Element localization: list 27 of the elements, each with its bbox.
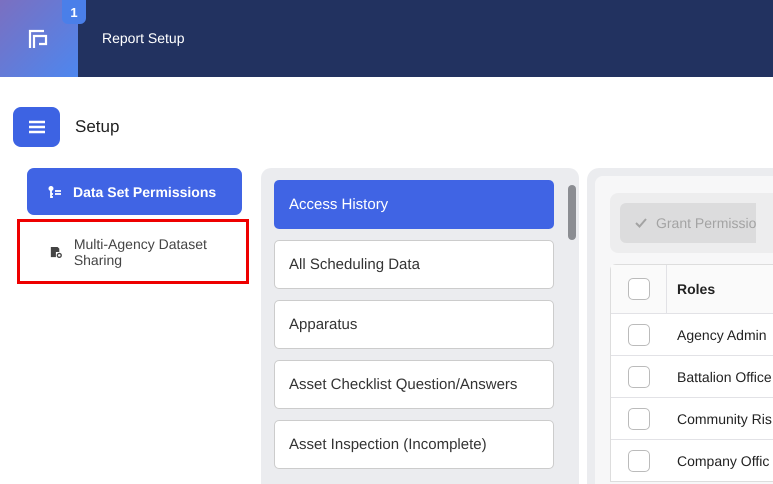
dataset-item[interactable]: Asset Inspection (Incomplete) — [274, 420, 554, 469]
dataset-item[interactable]: Asset Checklist Question/Answers — [274, 360, 554, 409]
checkbox[interactable] — [628, 366, 650, 388]
menu-button[interactable] — [13, 107, 60, 147]
notification-badge: 1 — [62, 0, 86, 24]
dataset-item[interactable]: Access History — [274, 180, 554, 229]
gear-document-icon — [50, 244, 62, 258]
header-title: Report Setup — [102, 30, 184, 47]
table-cell-text: Community Ris — [676, 410, 772, 426]
key-list-icon — [47, 184, 61, 198]
table-cell-text: Battalion Office — [676, 368, 772, 384]
check-icon — [635, 218, 647, 228]
table-cell-text: Agency Admin — [676, 326, 766, 342]
checkbox[interactable] — [628, 408, 650, 430]
dataset-item[interactable]: All Scheduling Data — [274, 240, 554, 289]
logo-panel[interactable] — [0, 0, 78, 77]
column-header: Roles — [676, 281, 716, 297]
nav-item[interactable]: Data Set Permissions — [27, 168, 242, 215]
dataset-item[interactable]: Apparatus — [274, 300, 554, 349]
checkbox[interactable] — [628, 278, 650, 300]
checkbox[interactable] — [628, 324, 650, 346]
table-cell-text: Company Offic — [676, 452, 770, 468]
checkbox[interactable] — [628, 450, 650, 472]
page-title: Setup — [75, 117, 120, 137]
nav-item[interactable]: Multi-Agency Dataset Sharing — [17, 219, 249, 284]
menu-icon — [28, 120, 46, 134]
logo-icon — [28, 28, 50, 48]
